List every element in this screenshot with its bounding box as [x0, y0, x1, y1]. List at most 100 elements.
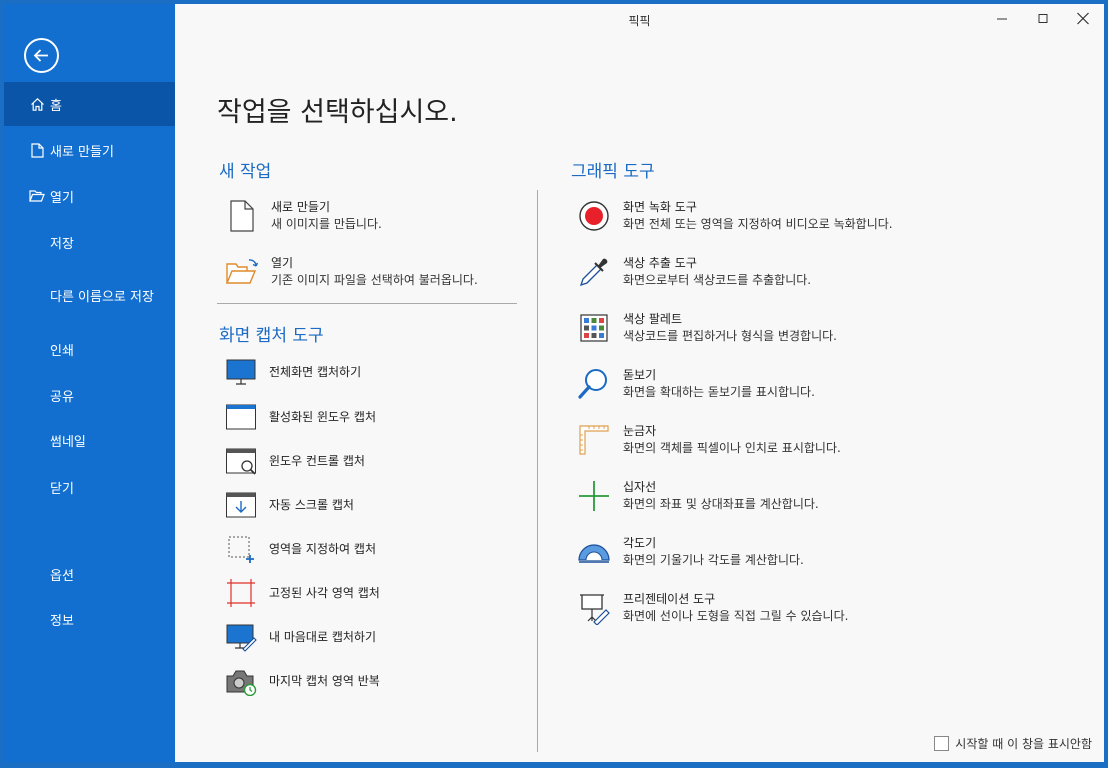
hide-on-startup-checkbox[interactable]	[934, 736, 950, 751]
sidebar-item-options[interactable]: 옵션	[4, 552, 175, 596]
item-desc: 화면으로부터 색상코드를 추출합니다.	[623, 273, 812, 287]
open-file-item[interactable]: 열기 기존 이미지 파일을 선택하여 불러옵니다.	[225, 255, 478, 289]
item-title: 각도기	[623, 536, 657, 550]
sidebar-item-open[interactable]: 열기	[4, 174, 175, 218]
item-label: 윈도우 컨트롤 캡처	[269, 453, 365, 468]
minimize-button[interactable]	[992, 10, 1012, 28]
blank-file-icon	[230, 200, 254, 232]
item-desc: 화면의 객체를 픽셀이나 인치로 표시합니다.	[623, 441, 841, 455]
ruler-item[interactable]: 눈금자 화면의 객체를 픽셀이나 인치로 표시합니다.	[577, 423, 841, 457]
item-desc: 화면의 기울기나 각도를 계산합니다.	[623, 553, 804, 567]
monitor-pen-icon	[226, 624, 257, 652]
whiteboard-pen-icon	[580, 594, 610, 625]
sidebar-item-label: 썸네일	[50, 434, 86, 450]
section-heading-capture: 화면 캡처 도구	[219, 326, 324, 346]
color-palette-item[interactable]: 색상 팔레트 색상코드를 편집하거나 형식을 변경합니다.	[577, 311, 837, 345]
sidebar-item-label: 홈	[50, 98, 62, 114]
window-magnifier-icon	[226, 448, 256, 475]
item-title: 돋보기	[623, 368, 657, 382]
region-select-icon	[228, 536, 254, 563]
sidebar-item-label: 닫기	[50, 481, 74, 497]
sidebar-item-about[interactable]: 정보	[4, 597, 175, 641]
home-icon	[29, 96, 45, 112]
sidebar-item-save[interactable]: 저장	[4, 220, 175, 264]
item-title: 열기	[271, 256, 294, 270]
item-title: 화면 녹화 도구	[623, 200, 697, 214]
startup-checkbox-label[interactable]: 시작할 때 이 창을 표시안함	[955, 735, 1092, 752]
record-icon	[579, 201, 609, 231]
sidebar-item-share[interactable]: 공유	[4, 373, 175, 417]
item-title: 눈금자	[623, 424, 657, 438]
sidebar: 홈 새로 만들기 열기 저장 다른 이름으로 저장 인쇄 공유 썸네일 닫기 옵…	[4, 4, 175, 762]
back-button[interactable]	[24, 38, 59, 73]
item-title: 십자선	[623, 480, 657, 494]
maximize-icon	[1038, 14, 1048, 23]
ruler-icon	[579, 425, 609, 455]
main-panel: 픽픽 작업을 선택하십시오. 새 작업 새로 만들기 새 이미지를 만듭니다.	[175, 4, 1104, 762]
sidebar-item-label: 옵션	[50, 568, 74, 584]
eyedropper-icon	[579, 258, 608, 287]
capture-region-item[interactable]: 영역을 지정하여 캡처	[225, 534, 376, 564]
title-bar: 픽픽	[175, 4, 1104, 34]
item-title: 색상 추출 도구	[623, 256, 697, 270]
maximize-button[interactable]	[1033, 10, 1053, 28]
sidebar-item-label: 저장	[50, 236, 74, 252]
sidebar-item-save-as[interactable]: 다른 이름으로 저장	[4, 273, 175, 317]
sidebar-item-new[interactable]: 새로 만들기	[4, 128, 175, 172]
capture-scroll-item[interactable]: 자동 스크롤 캡처	[225, 490, 354, 520]
camera-repeat-icon	[226, 670, 257, 696]
item-desc: 화면을 확대하는 돋보기를 표시합니다.	[623, 385, 815, 399]
sidebar-item-print[interactable]: 인쇄	[4, 327, 175, 371]
close-button[interactable]	[1073, 10, 1093, 28]
capture-active-window-item[interactable]: 활성화된 윈도우 캡처	[225, 402, 376, 432]
new-image-item[interactable]: 새로 만들기 새 이미지를 만듭니다.	[225, 199, 382, 233]
sidebar-item-close[interactable]: 닫기	[4, 465, 175, 509]
folder-open-icon	[29, 188, 45, 204]
item-label: 자동 스크롤 캡처	[269, 497, 354, 512]
item-desc: 화면에 선이나 도형을 직접 그릴 수 있습니다.	[623, 609, 849, 623]
presentation-tool-item[interactable]: 프리젠테이션 도구 화면에 선이나 도형을 직접 그릴 수 있습니다.	[577, 591, 848, 625]
capture-repeat-last-item[interactable]: 마지막 캡처 영역 반복	[225, 666, 380, 696]
startup-option: 시작할 때 이 창을 표시안함	[934, 735, 1092, 752]
column-divider	[537, 190, 538, 752]
fixed-region-icon	[227, 579, 255, 607]
sidebar-item-label: 공유	[50, 389, 74, 405]
item-label: 전체화면 캡처하기	[269, 364, 362, 379]
close-icon	[1077, 12, 1089, 25]
magnifier-item[interactable]: 돋보기 화면을 확대하는 돋보기를 표시합니다.	[577, 367, 815, 401]
magnifier-icon	[578, 369, 607, 399]
sidebar-item-home[interactable]: 홈	[4, 82, 175, 126]
minimize-icon	[997, 18, 1007, 20]
capture-fullscreen-item[interactable]: 전체화면 캡처하기	[225, 357, 361, 387]
item-desc: 색상코드를 편집하거나 형식을 변경합니다.	[623, 329, 837, 343]
sidebar-item-label: 열기	[50, 190, 74, 206]
page-title: 작업을 선택하십시오.	[217, 97, 458, 128]
item-title: 새로 만들기	[271, 200, 331, 214]
capture-fixed-region-item[interactable]: 고정된 사각 영역 캡처	[225, 578, 380, 608]
item-title: 색상 팔레트	[623, 312, 683, 326]
section-divider	[217, 303, 517, 304]
file-icon	[29, 142, 45, 158]
protractor-item[interactable]: 각도기 화면의 기울기나 각도를 계산합니다.	[577, 535, 804, 569]
section-heading-new-task: 새 작업	[219, 162, 272, 182]
arrow-left-icon	[33, 49, 48, 62]
color-picker-item[interactable]: 색상 추출 도구 화면으로부터 색상코드를 추출합니다.	[577, 255, 811, 289]
monitor-icon	[226, 359, 256, 385]
palette-grid-icon	[580, 314, 608, 342]
screen-recorder-item[interactable]: 화면 녹화 도구 화면 전체 또는 영역을 지정하여 비디오로 녹화합니다.	[577, 199, 893, 233]
capture-window-control-item[interactable]: 윈도우 컨트롤 캡처	[225, 446, 365, 476]
item-desc: 새 이미지를 만듭니다.	[271, 217, 382, 231]
item-title: 프리젠테이션 도구	[623, 592, 716, 606]
window-title: 픽픽	[628, 14, 651, 28]
sidebar-item-label: 새로 만들기	[50, 144, 114, 160]
capture-freehand-item[interactable]: 내 마음대로 캡처하기	[225, 622, 376, 652]
item-label: 마지막 캡처 영역 반복	[269, 673, 380, 688]
window-icon	[226, 404, 256, 430]
item-label: 활성화된 윈도우 캡처	[269, 409, 376, 424]
crosshair-item[interactable]: 십자선 화면의 좌표 및 상대좌표를 계산합니다.	[577, 479, 819, 513]
protractor-icon	[578, 544, 610, 563]
sidebar-item-thumbnail[interactable]: 썸네일	[4, 418, 175, 462]
app-window: 홈 새로 만들기 열기 저장 다른 이름으로 저장 인쇄 공유 썸네일 닫기 옵…	[4, 4, 1104, 762]
item-label: 내 마음대로 캡처하기	[269, 629, 376, 644]
item-label: 영역을 지정하여 캡처	[269, 541, 376, 556]
